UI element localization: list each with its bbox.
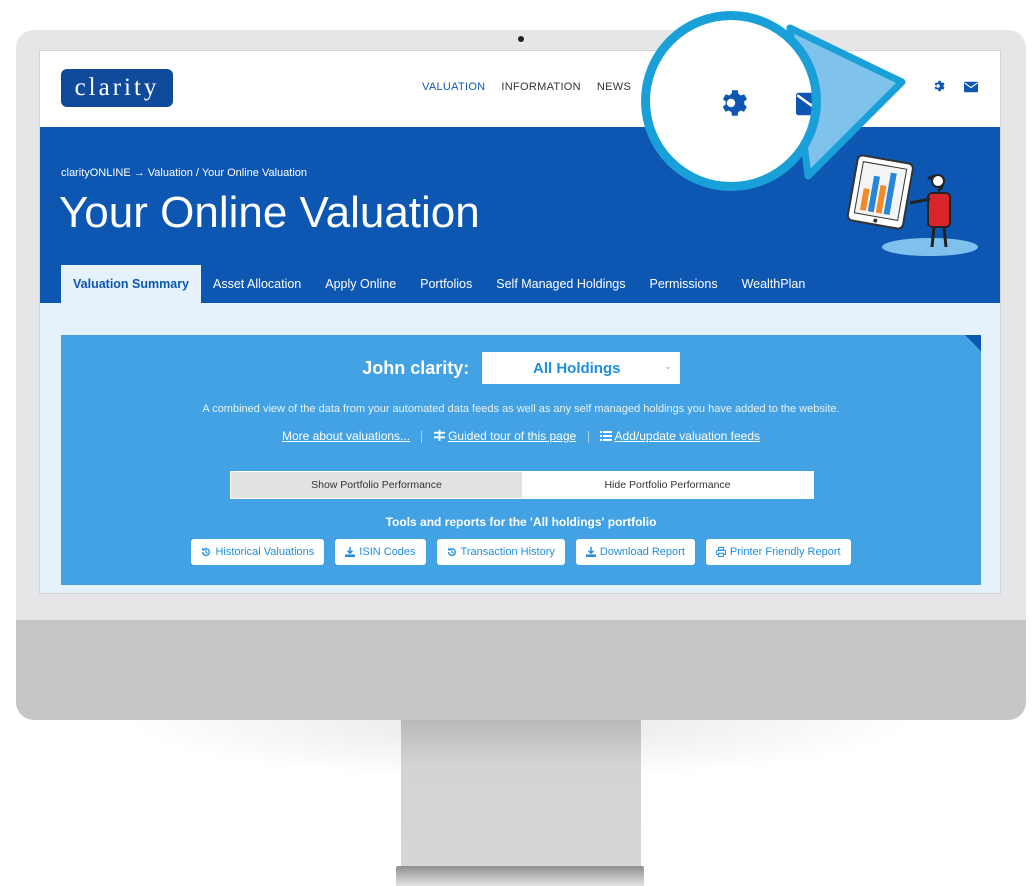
history-icon [447, 547, 456, 557]
isin-codes-button[interactable]: ISIN Codes [335, 539, 426, 565]
tab-permissions[interactable]: Permissions [638, 265, 730, 303]
nav-item-information[interactable]: INFORMATION [501, 81, 580, 93]
clarity-logo[interactable]: clarity [61, 69, 173, 107]
add-update-feeds-link[interactable]: Add/update valuation feeds [615, 429, 760, 443]
tab-asset-allocation[interactable]: Asset Allocation [201, 265, 313, 303]
performance-toggle: Show Portfolio Performance Hide Portfoli… [230, 471, 814, 499]
monitor-stand [401, 720, 641, 870]
tab-wealthplan[interactable]: WealthPlan [730, 265, 818, 303]
gear-icon [722, 90, 748, 116]
download-icon [345, 547, 356, 557]
signpost-icon [433, 430, 445, 441]
tool-label: Transaction History [460, 546, 555, 558]
tablet-person-illustration [846, 154, 978, 256]
print-icon [715, 547, 726, 557]
breadcrumb[interactable]: clarityONLINE → Valuation / Your Online … [61, 167, 307, 179]
holdings-select-value: All Holdings [532, 360, 621, 377]
tools-row: Historical Valuations ISIN Codes Transac… [61, 539, 981, 565]
panel-links: More about valuations... Guided tour of … [61, 429, 981, 443]
valuation-panel: John clarity: All Holdings ⌄ A combined … [61, 335, 981, 585]
nav-item-valuation[interactable]: VALUATION [422, 81, 485, 93]
tool-label: ISIN Codes [359, 546, 416, 558]
monitor-stand-foot [396, 866, 644, 886]
gear-icon[interactable] [931, 79, 945, 93]
transaction-history-button[interactable]: Transaction History [436, 539, 565, 565]
show-performance-button[interactable]: Show Portfolio Performance [231, 472, 522, 498]
tool-label: Download Report [599, 546, 685, 558]
magnifier-callout [641, 11, 821, 191]
link-divider [587, 430, 589, 443]
tab-self-managed-holdings[interactable]: Self Managed Holdings [484, 265, 637, 303]
panel-corner-fold [965, 335, 981, 351]
main-nav: VALUATION INFORMATION NEWS [422, 81, 631, 93]
download-icon [585, 547, 596, 557]
list-icon [599, 431, 612, 441]
hero-banner: clarityONLINE → Valuation / Your Online … [40, 127, 1000, 303]
link-divider [421, 430, 423, 443]
mail-icon[interactable] [964, 80, 978, 94]
page-title: Your Online Valuation [59, 188, 480, 237]
download-report-button[interactable]: Download Report [575, 539, 695, 565]
mail-icon [796, 92, 812, 116]
more-about-valuations-link[interactable]: More about valuations... [282, 429, 410, 443]
hide-performance-button[interactable]: Hide Portfolio Performance [522, 472, 813, 498]
owner-name: John clarity: [362, 357, 470, 378]
screen: clarity VALUATION INFORMATION NEWS clari… [39, 50, 1001, 594]
tab-valuation-summary[interactable]: Valuation Summary [61, 265, 202, 303]
historical-valuations-button[interactable]: Historical Valuations [191, 539, 325, 565]
monitor-chin [16, 620, 1026, 720]
tool-label: Printer Friendly Report [729, 546, 841, 558]
holdings-select[interactable]: All Holdings ⌄ [481, 352, 680, 384]
owner-row: John clarity: All Holdings ⌄ [61, 352, 981, 384]
tools-heading: Tools and reports for the 'All holdings'… [385, 515, 657, 529]
content-area: John clarity: All Holdings ⌄ A combined … [40, 303, 1000, 593]
history-icon [202, 547, 211, 557]
camera-dot [518, 36, 524, 42]
section-tabs: Valuation Summary Asset Allocation Apply… [61, 265, 817, 303]
chevron-down-icon: ⌄ [664, 361, 672, 371]
tab-portfolios[interactable]: Portfolios [408, 265, 484, 303]
printer-friendly-report-button[interactable]: Printer Friendly Report [705, 539, 851, 565]
tool-label: Historical Valuations [215, 546, 315, 558]
top-bar: clarity VALUATION INFORMATION NEWS [40, 51, 1000, 127]
guided-tour-link[interactable]: Guided tour of this page [448, 429, 576, 443]
tab-apply-online[interactable]: Apply Online [313, 265, 408, 303]
nav-item-news[interactable]: NEWS [597, 81, 631, 93]
panel-description: A combined view of the data from your au… [202, 403, 840, 415]
